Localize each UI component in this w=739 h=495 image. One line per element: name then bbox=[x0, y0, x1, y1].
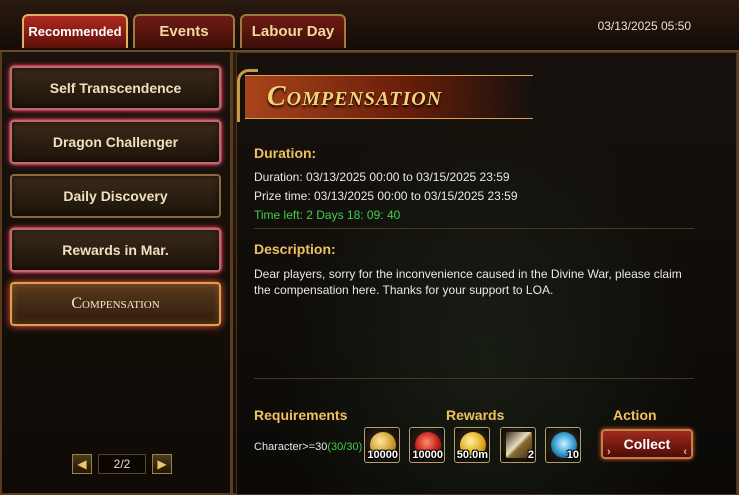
reward-slot[interactable]: 2 bbox=[500, 427, 536, 463]
top-tab-bar: Recommended Events Labour Day 03/13/2025… bbox=[0, 0, 739, 52]
requirement-text: Character>=30(30/30) bbox=[254, 441, 362, 453]
reward-slot[interactable]: 50.0m bbox=[454, 427, 490, 463]
page-title: Compensation bbox=[267, 81, 443, 112]
title-banner: Compensation bbox=[245, 75, 533, 119]
reward-quantity: 50.0m bbox=[456, 449, 488, 461]
divider bbox=[254, 378, 694, 379]
sidebar-item-daily-discovery[interactable]: Daily Discovery bbox=[10, 174, 221, 218]
collect-label: Collect bbox=[623, 436, 671, 452]
reward-slot[interactable]: 10000 bbox=[409, 427, 445, 463]
sidebar-item-compensation[interactable]: Compensation bbox=[10, 282, 221, 326]
sidebar-item-self-transcendence[interactable]: Self Transcendence bbox=[10, 66, 221, 110]
event-detail-panel: Compensation Duration: Duration: 03/13/2… bbox=[236, 52, 737, 495]
right-arrow-icon[interactable]: ▶ bbox=[152, 454, 172, 474]
left-arrow-icon[interactable]: ◀ bbox=[72, 454, 92, 474]
reward-quantity: 10 bbox=[566, 449, 579, 461]
reward-slot[interactable]: 10 bbox=[545, 427, 581, 463]
description-heading: Description: bbox=[254, 241, 336, 257]
reward-quantity: 2 bbox=[527, 449, 534, 461]
requirement-progress: (30/30) bbox=[327, 441, 363, 453]
rewards-heading: Rewards bbox=[446, 407, 505, 423]
duration-text: Duration: 03/13/2025 00:00 to 03/15/2025… bbox=[254, 170, 510, 184]
reward-quantity: 10000 bbox=[367, 449, 398, 461]
collect-button[interactable]: › Collect ‹ bbox=[601, 429, 693, 459]
divider bbox=[254, 228, 694, 229]
tab-labour-day[interactable]: Labour Day bbox=[240, 14, 346, 48]
action-heading: Action bbox=[613, 407, 657, 423]
prize-time-text: Prize time: 03/13/2025 00:00 to 03/15/20… bbox=[254, 189, 518, 203]
sidebar: Self Transcendence Dragon Challenger Dai… bbox=[2, 52, 233, 493]
reward-slot[interactable]: 10000 bbox=[364, 427, 400, 463]
pager: ◀ 2/2 ▶ bbox=[72, 454, 172, 476]
time-left-text: Time left: 2 Days 18: 09: 40 bbox=[254, 208, 401, 222]
reward-quantity: 10000 bbox=[412, 449, 443, 461]
page-indicator: 2/2 bbox=[98, 454, 146, 474]
tab-events[interactable]: Events bbox=[133, 14, 235, 48]
chevron-left-icon: ‹ bbox=[683, 446, 687, 458]
chevron-right-icon: › bbox=[607, 446, 611, 458]
duration-heading: Duration: bbox=[254, 145, 317, 161]
requirement-condition: Character>=30 bbox=[254, 441, 328, 453]
tab-recommended[interactable]: Recommended bbox=[22, 14, 128, 48]
sidebar-item-rewards-in-mar[interactable]: Rewards in Mar. bbox=[10, 228, 221, 272]
sidebar-item-dragon-challenger[interactable]: Dragon Challenger bbox=[10, 120, 221, 164]
server-datetime: 03/13/2025 05:50 bbox=[597, 19, 691, 33]
requirements-heading: Requirements bbox=[254, 407, 348, 423]
description-text: Dear players, sorry for the inconvenienc… bbox=[254, 267, 682, 297]
